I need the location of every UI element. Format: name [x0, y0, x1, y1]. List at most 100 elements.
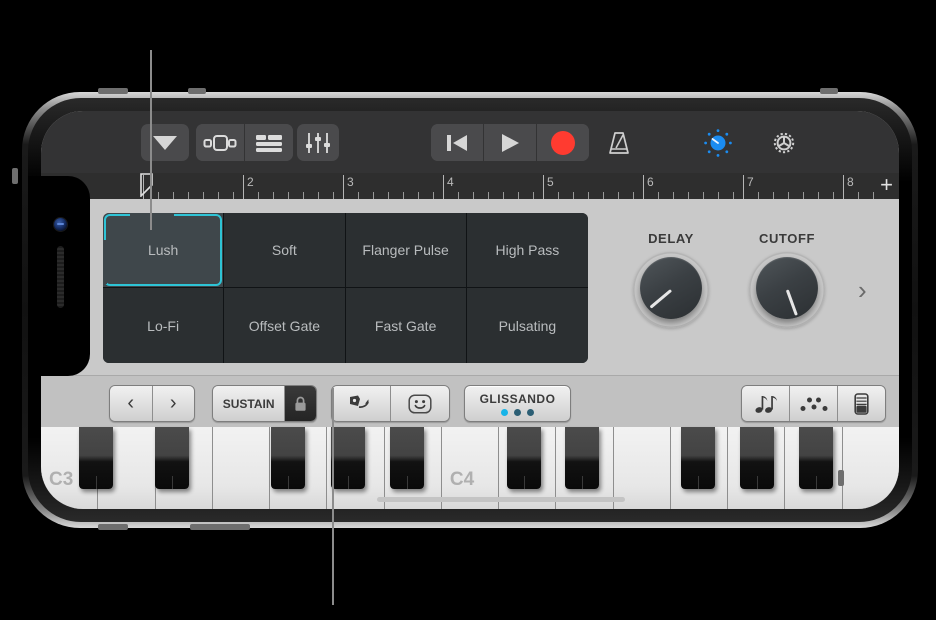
- preset-label: Lush: [147, 242, 179, 258]
- keyboard-control-bar: ‹ › SUSTAIN GLISSANDO: [41, 375, 899, 429]
- black-key[interactable]: [565, 427, 599, 489]
- ruler-number: 7: [747, 175, 754, 189]
- volume-down-button[interactable]: [188, 88, 206, 94]
- black-key[interactable]: [390, 427, 424, 489]
- knob-panel: DELAY CUTOFF ›: [616, 213, 876, 363]
- delay-knob[interactable]: [633, 252, 709, 328]
- black-key[interactable]: [271, 427, 305, 489]
- preset-cell[interactable]: High Pass: [466, 213, 588, 288]
- black-key[interactable]: [331, 427, 365, 489]
- timeline-ruler[interactable]: 2 3 4 5 6 7 8 +: [41, 173, 899, 199]
- glissando-mode-dots: [501, 408, 534, 416]
- fx-knob-button[interactable]: [699, 128, 737, 158]
- transport-controls[interactable]: [431, 124, 589, 161]
- antenna-band: [820, 88, 838, 94]
- metronome-button[interactable]: [597, 128, 641, 158]
- octave-up-button[interactable]: ›: [152, 386, 194, 421]
- ringer-switch[interactable]: [98, 524, 128, 530]
- cutoff-knob-unit: CUTOFF: [732, 231, 842, 328]
- tracks-list-button[interactable]: [245, 124, 293, 161]
- sustain-control[interactable]: SUSTAIN: [212, 385, 317, 422]
- front-camera-icon: [54, 218, 67, 231]
- track-view-button[interactable]: [196, 124, 245, 161]
- track-view-icon: [203, 133, 237, 153]
- cutoff-knob[interactable]: [749, 252, 825, 328]
- notes-button[interactable]: [742, 386, 790, 421]
- smiley-button[interactable]: [391, 386, 449, 421]
- pitch-bend-button[interactable]: [332, 386, 391, 421]
- preset-cell[interactable]: Lush: [103, 213, 225, 288]
- keyboard-tools[interactable]: [741, 385, 886, 422]
- preset-label: Fast Gate: [374, 317, 437, 334]
- sustain-lock-button[interactable]: [285, 386, 316, 421]
- iphone-frame: 2 3 4 5 6 7 8 + Lush Soft Flanger Pulse …: [22, 92, 918, 528]
- earpiece-speaker-icon: [57, 246, 64, 308]
- callout-line-pitch-button: [332, 388, 334, 605]
- glissando-dot: [527, 408, 534, 416]
- mixer-button[interactable]: [297, 124, 339, 161]
- delay-knob-unit: DELAY: [616, 231, 726, 328]
- ruler-number: 3: [347, 175, 354, 189]
- rewind-button[interactable]: [431, 124, 484, 161]
- iphone-screen: 2 3 4 5 6 7 8 + Lush Soft Flanger Pulse …: [41, 111, 899, 509]
- navigation-button[interactable]: [141, 124, 189, 161]
- view-segmented-control[interactable]: [196, 124, 293, 161]
- preset-label: Offset Gate: [248, 317, 321, 334]
- antenna-band: [838, 470, 844, 486]
- note-label-c3: C3: [49, 469, 74, 490]
- knob-cap: [756, 257, 818, 319]
- arpeggiator-button[interactable]: [790, 386, 838, 421]
- delay-knob-label: DELAY: [648, 231, 694, 246]
- home-indicator[interactable]: [377, 497, 625, 502]
- faders-icon: [305, 132, 331, 154]
- pitch-bend-icon: [348, 394, 374, 414]
- record-icon: [550, 130, 576, 156]
- piano-keyboard[interactable]: C3 C4: [41, 427, 899, 509]
- keyboard-mode-controls[interactable]: [331, 385, 450, 422]
- play-button[interactable]: [484, 124, 537, 161]
- preset-cell[interactable]: Soft: [224, 213, 346, 288]
- white-key[interactable]: [212, 427, 271, 509]
- preset-grid[interactable]: Lush Soft Flanger Pulse High Pass Lo-Fi: [103, 213, 588, 363]
- preset-cell[interactable]: Lo-Fi: [103, 288, 225, 363]
- record-button[interactable]: [537, 124, 589, 161]
- sustain-button[interactable]: SUSTAIN: [213, 386, 286, 421]
- next-page-chevron-icon[interactable]: ›: [858, 275, 867, 306]
- black-key[interactable]: [507, 427, 541, 489]
- preset-label: Soft: [271, 242, 297, 258]
- black-key[interactable]: [740, 427, 774, 489]
- octave-down-button[interactable]: ‹: [110, 386, 153, 421]
- iphone-bezel: 2 3 4 5 6 7 8 + Lush Soft Flanger Pulse …: [28, 98, 912, 522]
- note-label-c4: C4: [449, 469, 475, 490]
- ruler-number: 4: [447, 175, 454, 189]
- black-key[interactable]: [681, 427, 715, 489]
- white-key[interactable]: [842, 427, 899, 509]
- preset-cell[interactable]: Pulsating: [466, 288, 588, 363]
- metronome-icon: [604, 128, 634, 158]
- preset-label: Pulsating: [498, 317, 557, 334]
- ruler-number: 6: [647, 175, 654, 189]
- glissando-label: GLISSANDO: [479, 391, 556, 406]
- preset-cell[interactable]: Fast Gate: [345, 288, 467, 363]
- add-track-button[interactable]: +: [880, 174, 893, 196]
- black-key[interactable]: [155, 427, 189, 489]
- glissando-button[interactable]: GLISSANDO: [464, 385, 571, 422]
- arpeggio-dots-icon: [800, 395, 828, 413]
- callout-line-presets: [150, 50, 152, 230]
- preset-cell[interactable]: Flanger Pulse: [345, 213, 467, 288]
- black-key[interactable]: [79, 427, 113, 489]
- black-key[interactable]: [799, 427, 833, 489]
- preset-cell[interactable]: Offset Gate: [224, 288, 346, 363]
- rewind-icon: [445, 132, 469, 154]
- play-icon: [499, 132, 521, 154]
- ruler-number: 2: [247, 175, 254, 189]
- fader-button[interactable]: [838, 386, 885, 421]
- volume-up-button[interactable]: [98, 88, 128, 94]
- octave-controls[interactable]: ‹ ›: [109, 385, 195, 422]
- tracks-list-icon: [255, 133, 283, 153]
- settings-button[interactable]: [765, 127, 803, 159]
- eighth-notes-icon: [754, 393, 778, 415]
- preset-label: Lo-Fi: [147, 317, 180, 334]
- top-toolbar: [41, 111, 899, 173]
- side-button[interactable]: [190, 524, 250, 530]
